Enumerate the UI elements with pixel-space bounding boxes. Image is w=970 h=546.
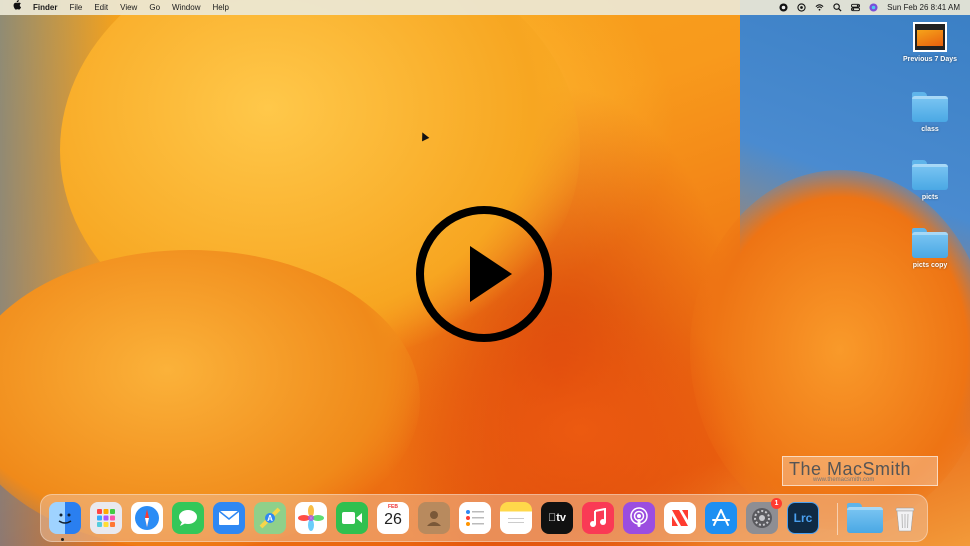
menu-window[interactable]: Window [166, 0, 206, 15]
dock-lightroom-icon[interactable]: Lrc [787, 502, 819, 534]
folder-icon [912, 160, 948, 190]
dock-facetime-icon[interactable] [336, 502, 368, 534]
dock-safari-icon[interactable] [131, 502, 163, 534]
dock-reminders-icon[interactable] [459, 502, 491, 534]
folder-icon [912, 228, 948, 258]
menu-bar: Finder File Edit View Go Window Help Sun… [0, 0, 970, 15]
wifi-icon[interactable] [815, 3, 824, 12]
dock-finder-icon[interactable] [49, 502, 81, 534]
dock-trash-icon[interactable] [889, 502, 921, 534]
dock-news-icon[interactable] [664, 502, 696, 534]
dock-calendar-icon[interactable]: FEB 26 [377, 502, 409, 534]
search-icon[interactable] [833, 3, 842, 12]
play-button-icon[interactable] [416, 206, 552, 342]
dock-downloads-folder-icon[interactable] [847, 502, 883, 534]
desktop-item-picts[interactable]: picts [898, 160, 962, 201]
desktop-item-previous-7-days[interactable]: Previous 7 Days [898, 22, 962, 63]
desktop-item-label: picts copy [912, 262, 948, 269]
record-icon[interactable] [779, 3, 788, 12]
desktop-item-label: picts [921, 194, 939, 201]
desktop-item-class[interactable]: class [898, 92, 962, 133]
dock-app-store-icon[interactable] [705, 502, 737, 534]
desktop-item-label: Previous 7 Days [902, 56, 958, 63]
menu-bar-extras: Sun Feb 26 8:41 AM [779, 0, 970, 15]
menu-file[interactable]: File [63, 0, 88, 15]
dock-mail-icon[interactable] [213, 502, 245, 534]
lightroom-label: Lrc [793, 511, 813, 525]
siri-icon[interactable] [869, 3, 878, 12]
dock-podcasts-icon[interactable] [623, 502, 655, 534]
dock-maps-icon[interactable]: A [254, 502, 286, 534]
screenshot-stack-icon [913, 22, 947, 52]
dock-music-icon[interactable] [582, 502, 614, 534]
dock-tv-icon[interactable]: tv [541, 502, 573, 534]
menu-view[interactable]: View [114, 0, 143, 15]
svg-text:A: A [267, 514, 273, 523]
creative-cloud-icon[interactable] [797, 3, 806, 12]
dock-notes-icon[interactable] [500, 502, 532, 534]
control-center-icon[interactable] [851, 3, 861, 12]
menu-app-name[interactable]: Finder [27, 0, 63, 15]
tv-text: tv [552, 512, 566, 524]
apple-menu-icon[interactable] [0, 0, 27, 15]
watermark-url: www.themacsmith.com [813, 477, 875, 483]
menu-help[interactable]: Help [206, 0, 234, 15]
tv-label:  [548, 512, 556, 524]
menu-edit[interactable]: Edit [88, 0, 114, 15]
menu-clock[interactable]: Sun Feb 26 8:41 AM [887, 3, 960, 12]
calendar-day: 26 [384, 511, 402, 528]
folder-icon [847, 503, 883, 533]
folder-icon [912, 92, 948, 122]
desktop-item-label: class [921, 126, 939, 133]
desktop-item-picts-copy[interactable]: picts copy [898, 228, 962, 269]
dock-separator [837, 503, 838, 535]
watermark-logo: The MacSmith www.themacsmith.com [782, 456, 938, 486]
dock-messages-icon[interactable] [172, 502, 204, 534]
dock-launchpad-icon[interactable] [90, 502, 122, 534]
dock-photos-icon[interactable] [295, 502, 327, 534]
dock: A FEB 26 tv [40, 494, 928, 542]
dock-system-settings-icon[interactable]: 1 [746, 498, 782, 534]
notification-badge: 1 [771, 498, 782, 509]
finder-running-indicator [61, 538, 64, 541]
calendar-month: FEB [388, 504, 398, 510]
play-triangle [470, 246, 512, 302]
dock-contacts-icon[interactable] [418, 502, 450, 534]
menu-go[interactable]: Go [143, 0, 166, 15]
